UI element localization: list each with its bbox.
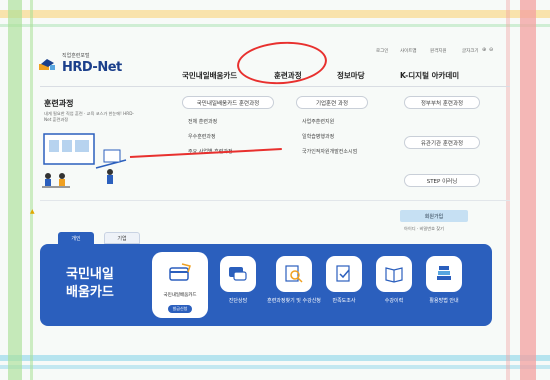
notice-icon: ▲	[30, 208, 35, 215]
mega-description: 내게 필요한 직업 훈련 · 교육 코스가 한눈에! HRD-Net 훈련과정	[44, 111, 134, 122]
link-consortium[interactable]: 국가인적자원개발컨소시엄	[302, 148, 357, 155]
counsel-tile[interactable]	[220, 256, 256, 292]
util-login-link[interactable]: 로그인	[376, 48, 388, 54]
search-doc-icon	[285, 265, 303, 283]
pill-gov-course[interactable]: 정부부처 훈련과정	[404, 96, 480, 109]
counsel-label: 진단상담	[228, 298, 248, 304]
link-employer-support[interactable]: 사업주훈련지원	[302, 118, 334, 125]
chat-icon	[229, 267, 247, 281]
gnb-kdigital[interactable]: K-디지털 아카데미	[400, 70, 459, 81]
history-tile[interactable]	[376, 256, 412, 292]
guide-label: 활용방법 안내	[429, 298, 459, 304]
pill-step-elearning[interactable]: STEP 이러닝	[404, 174, 480, 187]
pill-agency-course[interactable]: 유관기관 훈련과정	[404, 136, 480, 149]
link-excellent-course[interactable]: 우수훈련과정	[188, 133, 216, 140]
overlay-stripe-bottom	[0, 355, 550, 361]
gnb-info[interactable]: 정보마당	[337, 70, 365, 81]
overlay-stripe-right	[520, 0, 536, 380]
logo-subtitle: 직업훈련포털	[62, 53, 90, 59]
pill-card-course[interactable]: 국민내일배움카드 훈련과정	[182, 96, 274, 109]
survey-icon	[336, 265, 350, 282]
annotation-circle	[235, 38, 329, 88]
page: 로그인 사이트맵 원격지원 글자크기 ⊕ ⊖ 직업훈련포털 HRD-Net 국민…	[0, 0, 550, 380]
overlay-stripe-right-thin	[506, 0, 510, 380]
book-icon	[385, 267, 403, 283]
overlay-stripe-top-thin	[0, 24, 550, 27]
survey-tile[interactable]	[326, 256, 362, 292]
util-sitemap-link[interactable]: 사이트맵	[400, 48, 417, 54]
tab-personal[interactable]: 개인	[58, 232, 94, 244]
panel-title: 국민내일 배움카드	[66, 267, 114, 300]
overlay-stripe-top	[0, 10, 550, 18]
util-fontsize-link[interactable]: 글자크기	[462, 48, 479, 54]
overlay-stripe-left-thin	[30, 0, 33, 380]
join-button[interactable]: 회원가입	[400, 210, 468, 222]
mega-bottom-divider	[40, 200, 510, 201]
pill-company-course[interactable]: 기업훈련 과정	[296, 96, 368, 109]
overlay-stripe-bottom-thin	[0, 365, 550, 369]
card-apply-label: 국민내일배움카드	[163, 293, 197, 298]
history-label: 수강이력	[384, 298, 404, 304]
find-account-link[interactable]: 아이디 · 비밀번호 찾기	[404, 226, 444, 232]
stack-icon	[437, 266, 451, 280]
mega-title: 훈련과정	[44, 99, 74, 108]
gnb-card[interactable]: 국민내일배움카드	[182, 70, 237, 81]
course-search-tile[interactable]	[276, 256, 312, 292]
tab-company[interactable]: 기업	[104, 232, 140, 244]
link-work-study[interactable]: 일학습병행과정	[302, 133, 334, 140]
fontsize-plus-icon[interactable]: ⊕	[482, 47, 486, 53]
fontsize-minus-icon[interactable]: ⊖	[489, 47, 493, 53]
card-apply-button[interactable]: 발급신청	[168, 305, 192, 313]
card-apply-icon	[169, 263, 191, 281]
classroom-illustration	[42, 133, 127, 188]
overlay-stripe-left	[8, 0, 22, 380]
gnb-divider	[40, 86, 510, 87]
survey-label: 만족도조사	[332, 298, 356, 304]
link-all-course[interactable]: 전체 훈련과정	[188, 118, 217, 125]
guide-tile[interactable]	[426, 256, 462, 292]
course-search-label: 훈련과정찾기 및 수강신청	[267, 298, 321, 304]
hrd-logo-icon[interactable]	[38, 58, 56, 72]
util-remote-link[interactable]: 원격지원	[430, 48, 447, 54]
logo-text[interactable]: HRD-Net	[62, 60, 122, 75]
